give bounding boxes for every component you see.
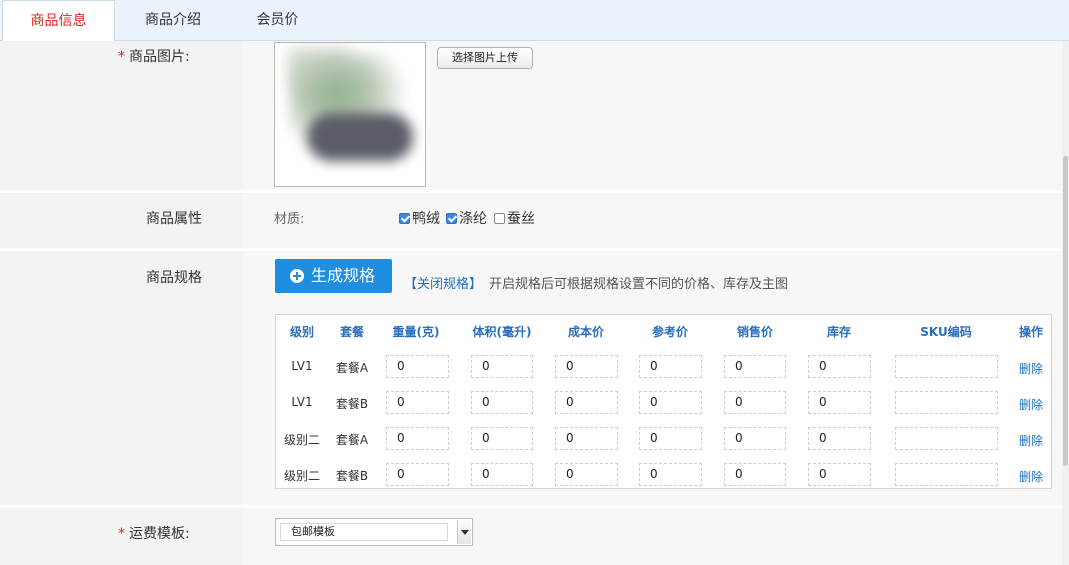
cell-level: LV1	[291, 395, 313, 409]
required-mark: *	[118, 526, 125, 542]
input-sku[interactable]	[895, 427, 998, 450]
shipping-template-select[interactable]: 包邮模板	[275, 518, 473, 546]
input-sku[interactable]	[895, 391, 998, 414]
vertical-scrollbar[interactable]	[1062, 41, 1069, 565]
input-weight[interactable]: 0	[386, 427, 449, 450]
upload-image-button[interactable]: 选择图片上传	[437, 47, 533, 69]
input-sale-price[interactable]: 0	[724, 355, 786, 378]
input-weight[interactable]: 0	[386, 463, 449, 486]
option-polyester[interactable]: 涤纶	[446, 208, 487, 228]
table-header-cost: 成本价	[567, 325, 604, 339]
shipping-row: * 运费模板:	[0, 508, 1062, 565]
input-ref-price[interactable]: 0	[639, 391, 702, 414]
option-silk[interactable]: 蚕丝	[494, 208, 535, 228]
scrollbar-thumb[interactable]	[1063, 156, 1068, 466]
tab-bar: 商品信息 商品介绍 会员价	[0, 0, 1069, 42]
tab-product-intro[interactable]: 商品介绍	[118, 0, 228, 41]
checkbox-checked-icon[interactable]	[399, 212, 410, 224]
checkbox-unchecked-icon[interactable]	[494, 212, 505, 224]
cell-level: LV1	[291, 359, 313, 373]
table-header-stock: 库存	[826, 325, 851, 339]
input-volume[interactable]: 0	[471, 355, 533, 378]
option-down[interactable]: 鸭绒	[399, 208, 440, 228]
input-sku[interactable]	[895, 463, 998, 486]
delete-row-link[interactable]: 删除	[1019, 360, 1043, 377]
input-volume[interactable]: 0	[471, 427, 533, 450]
image-field-label: * 商品图片:	[118, 49, 190, 65]
tab-product-info[interactable]: 商品信息	[2, 0, 115, 42]
tab-member-price[interactable]: 会员价	[230, 0, 325, 41]
shipping-label: * 运费模板:	[118, 526, 190, 542]
input-cost[interactable]: 0	[555, 463, 618, 486]
input-cost[interactable]: 0	[555, 355, 618, 378]
input-cost[interactable]: 0	[555, 427, 618, 450]
spec-tip: 开启规格后可根据规格设置不同的价格、库存及主图	[489, 277, 789, 292]
generate-spec-button[interactable]: 生成规格	[275, 259, 392, 293]
spec-table: 级别 套餐 重量(克) 体积(毫升) 成本价 参考价 销售价 库存 SKU编码 操作 LV1 套餐A 0…	[275, 314, 1052, 489]
product-image-preview	[274, 42, 426, 187]
cell-package: 套餐B	[335, 397, 369, 411]
material-label: 材质:	[274, 212, 305, 227]
input-sale-price[interactable]: 0	[724, 463, 786, 486]
cell-package: 套餐B	[335, 469, 369, 483]
close-spec-link[interactable]: 【关闭规格】	[404, 273, 482, 292]
table-header-weight: 重量(克)	[392, 325, 440, 339]
checkbox-checked-icon[interactable]	[446, 212, 457, 224]
input-volume[interactable]: 0	[471, 463, 533, 486]
input-sale-price[interactable]: 0	[724, 427, 786, 450]
delete-row-link[interactable]: 删除	[1019, 396, 1043, 413]
required-mark: *	[118, 49, 125, 65]
input-ref-price[interactable]: 0	[639, 427, 702, 450]
table-header-ref-price: 参考价	[651, 325, 688, 339]
input-stock[interactable]: 0	[808, 355, 871, 378]
cell-package: 套餐A	[335, 361, 369, 375]
table-header-volume: 体积(毫升)	[472, 325, 532, 339]
input-ref-price[interactable]: 0	[639, 355, 702, 378]
input-weight[interactable]: 0	[386, 391, 449, 414]
input-volume[interactable]: 0	[471, 391, 533, 414]
input-cost[interactable]: 0	[555, 391, 618, 414]
attributes-label: 商品属性	[146, 211, 202, 227]
input-ref-price[interactable]: 0	[639, 463, 702, 486]
delete-row-link[interactable]: 删除	[1019, 468, 1043, 485]
input-stock[interactable]: 0	[808, 427, 871, 450]
input-stock[interactable]: 0	[808, 463, 871, 486]
delete-row-link[interactable]: 删除	[1019, 432, 1043, 449]
input-sale-price[interactable]: 0	[724, 391, 786, 414]
chevron-down-icon[interactable]	[457, 520, 471, 544]
table-header-sale-price: 销售价	[736, 325, 773, 339]
cell-level: 级别二	[283, 469, 320, 483]
input-sku[interactable]	[895, 355, 998, 378]
shipping-template-value: 包邮模板	[280, 523, 448, 541]
table-header-action: 操作	[1018, 325, 1043, 339]
input-stock[interactable]: 0	[808, 391, 871, 414]
plus-circle-icon	[290, 269, 304, 283]
spec-label: 商品规格	[146, 270, 202, 286]
cell-package: 套餐A	[335, 433, 369, 447]
cell-level: 级别二	[283, 433, 320, 447]
table-header-sku: SKU编码	[920, 325, 972, 339]
input-weight[interactable]: 0	[386, 355, 449, 378]
